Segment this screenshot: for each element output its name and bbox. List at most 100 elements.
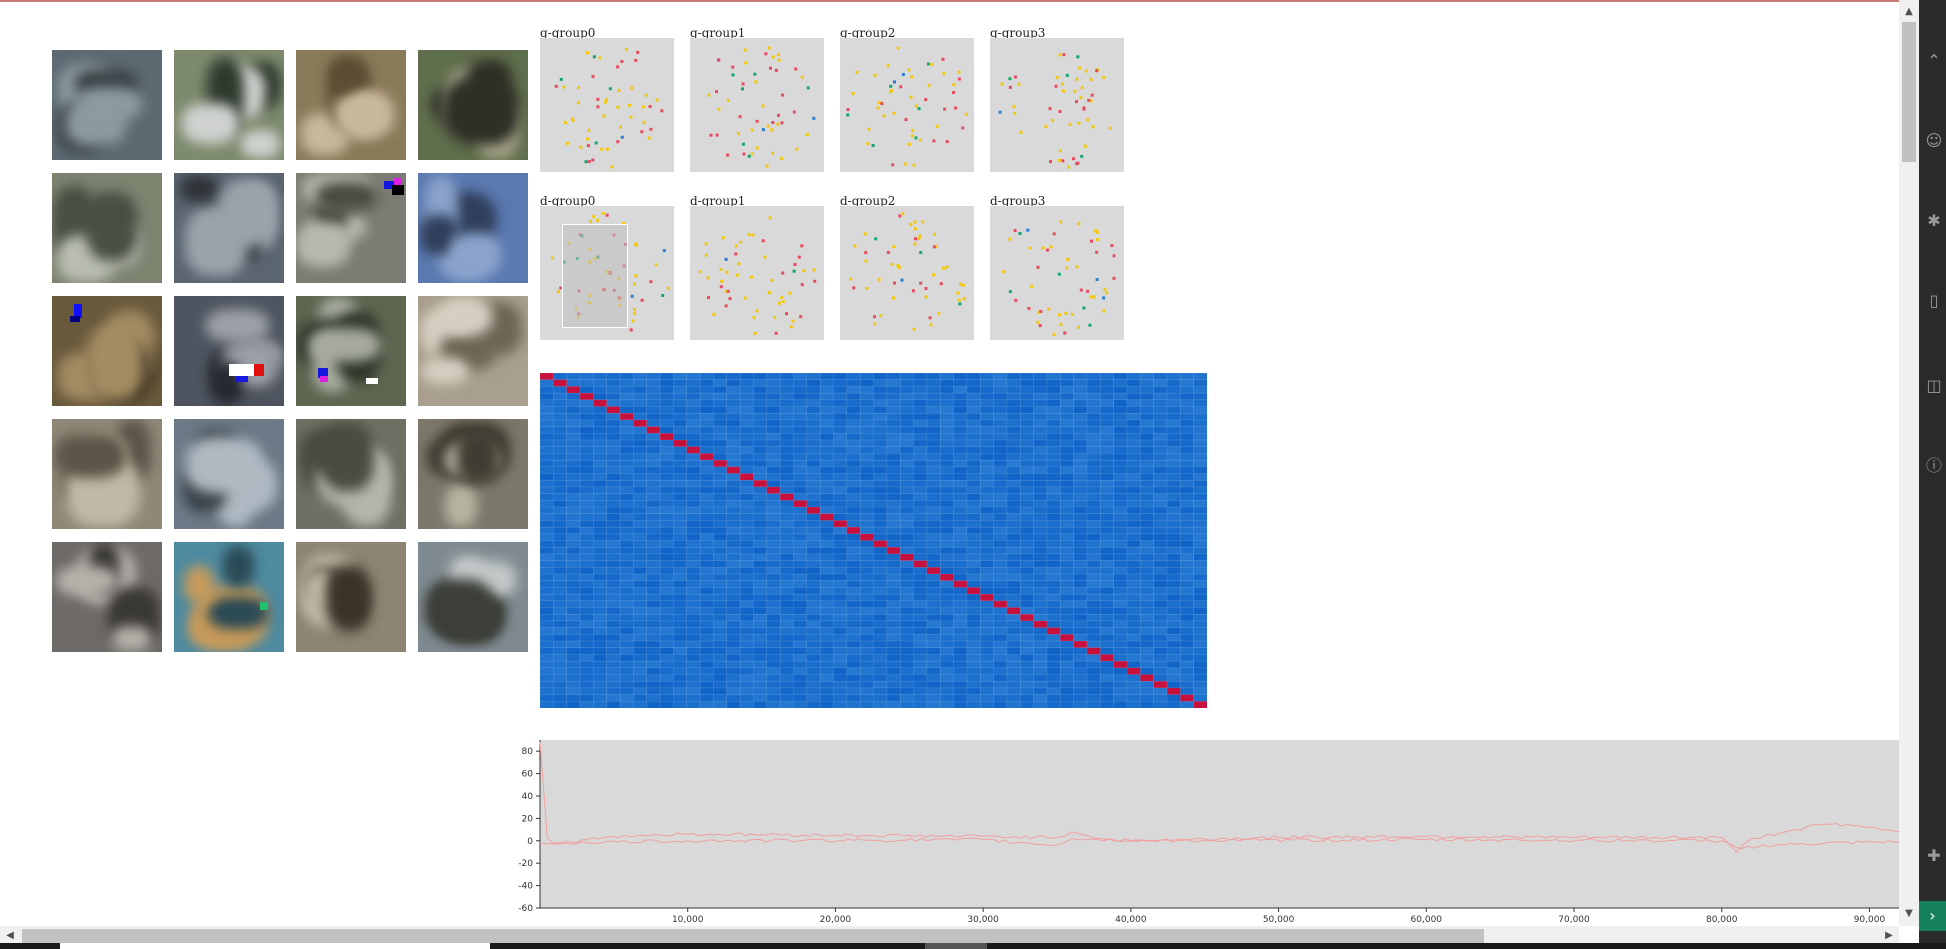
heatmap-cell xyxy=(673,373,688,381)
heatmap-cell xyxy=(1019,520,1035,528)
heatmap-cell xyxy=(966,419,981,428)
heatmap-cell xyxy=(966,687,981,696)
heatmap-cell xyxy=(859,593,874,602)
chevron-icon[interactable]: ⌃ xyxy=(1923,50,1945,72)
heatmap-cell xyxy=(540,486,554,495)
scroll-up-icon[interactable]: ▲ xyxy=(1899,2,1919,22)
heatmap-cell xyxy=(779,593,794,602)
extension-icon[interactable]: ✚ xyxy=(1923,845,1945,867)
scatter-panel[interactable] xyxy=(540,206,674,340)
heatmap-cell xyxy=(859,399,874,407)
heatmap-cell xyxy=(1073,466,1088,474)
scatter-panel[interactable] xyxy=(990,38,1124,172)
heatmap-cell xyxy=(993,500,1008,508)
heatmap-cell xyxy=(1180,526,1195,535)
heatmap-cell xyxy=(646,426,661,434)
heatmap-cell xyxy=(646,627,661,635)
heatmap-cell xyxy=(873,593,888,602)
scroll-down-icon[interactable]: ▼ xyxy=(1899,904,1919,924)
scatter-point xyxy=(873,315,876,319)
heatmap-cell xyxy=(1006,680,1021,689)
person-icon[interactable]: ☺ xyxy=(1923,130,1945,152)
heatmap-cell xyxy=(979,399,995,407)
heatmap-cell xyxy=(1019,453,1035,461)
heatmap-cell xyxy=(566,613,581,622)
scatter-point xyxy=(956,291,960,295)
heatmap-cell xyxy=(766,680,781,689)
heatmap-cell xyxy=(686,560,701,568)
heatmap-cell xyxy=(1153,433,1168,441)
heatmap-cell xyxy=(646,486,661,495)
panel-icon[interactable]: ◫ xyxy=(1923,375,1945,397)
heatmap-cell xyxy=(1086,634,1101,642)
heatmap-cell xyxy=(1153,479,1168,488)
heatmap-cell xyxy=(806,580,821,588)
heatmap-cell xyxy=(1100,620,1115,629)
heatmap-cell xyxy=(659,701,674,708)
scatter-panel[interactable] xyxy=(840,206,974,340)
heatmap-cell xyxy=(659,620,674,629)
info-icon[interactable]: ⓘ xyxy=(1923,455,1945,477)
heatmap-cell xyxy=(553,687,568,696)
expand-panel-icon[interactable]: › xyxy=(1919,901,1946,931)
heatmap-cell xyxy=(766,580,781,588)
scatter-panel[interactable] xyxy=(690,206,824,340)
heatmap-cell xyxy=(633,500,648,508)
heatmap-cell xyxy=(1180,620,1195,629)
heatmap-cell xyxy=(579,580,594,588)
heatmap-cell xyxy=(1046,406,1061,414)
horizontal-scroll-thumb[interactable] xyxy=(22,929,1484,943)
heatmap-cell xyxy=(1153,634,1168,642)
scatter-point xyxy=(608,87,612,91)
heatmap-cell xyxy=(846,667,861,675)
heatmap-cell xyxy=(779,540,794,548)
heatmap-cell xyxy=(1073,500,1088,508)
document-icon[interactable]: ▯ xyxy=(1923,290,1945,312)
heatmap-cell xyxy=(1153,580,1168,588)
scatter-point xyxy=(846,108,850,112)
scatter-point xyxy=(1080,86,1084,90)
scatter-panel[interactable] xyxy=(540,38,674,172)
heatmap-cell xyxy=(1140,520,1155,528)
heatmap-cell xyxy=(779,386,794,394)
heatmap-cell xyxy=(619,520,634,528)
generated-image-thumbnail xyxy=(296,173,406,283)
bug-icon[interactable]: ✱ xyxy=(1923,210,1945,232)
heatmap-cell xyxy=(633,560,648,568)
heatmap-cell xyxy=(779,412,794,421)
scatter-panel[interactable] xyxy=(690,38,824,172)
heatmap-cell xyxy=(619,379,634,387)
heatmap-cell xyxy=(593,453,608,461)
vertical-scroll-thumb[interactable] xyxy=(1902,22,1916,162)
heatmap-cell xyxy=(846,540,861,548)
heatmap-cell xyxy=(579,687,594,696)
heatmap-cell xyxy=(913,433,928,441)
heatmap-cell xyxy=(859,486,874,495)
line-chart-svg: 806040200-20-40-6010,000 20,000 30,000 40,0… xyxy=(518,740,1899,925)
scatter-point xyxy=(930,63,934,66)
heatmap-cell xyxy=(899,580,914,588)
heatmap-cell xyxy=(1166,399,1181,407)
scatter-point xyxy=(853,244,857,248)
heatmap-cell xyxy=(739,520,754,528)
heatmap-cell xyxy=(566,466,581,474)
scatter-panel[interactable] xyxy=(990,206,1124,340)
brush-selection[interactable] xyxy=(562,224,628,328)
heatmap-cell xyxy=(846,466,861,474)
heatmap-cell xyxy=(1100,553,1115,562)
scatter-panel[interactable] xyxy=(840,38,974,172)
scatter-point xyxy=(1089,78,1093,81)
heatmap-cell xyxy=(686,660,701,669)
heatmap-cell xyxy=(726,439,741,448)
heatmap-cell xyxy=(553,560,568,568)
heatmap-cell xyxy=(566,459,581,468)
heatmap-cell xyxy=(819,439,834,448)
heatmap-cell xyxy=(726,486,741,495)
scatter-point xyxy=(755,146,759,150)
heatmap-cell xyxy=(1033,701,1048,708)
vertical-scrollbar[interactable]: ▲ ▼ xyxy=(1899,0,1919,926)
heatmap-cell xyxy=(806,680,821,689)
heatmap-cell xyxy=(979,493,995,501)
heatmap-cell xyxy=(1166,486,1181,495)
heatmap-cell xyxy=(1180,607,1195,615)
